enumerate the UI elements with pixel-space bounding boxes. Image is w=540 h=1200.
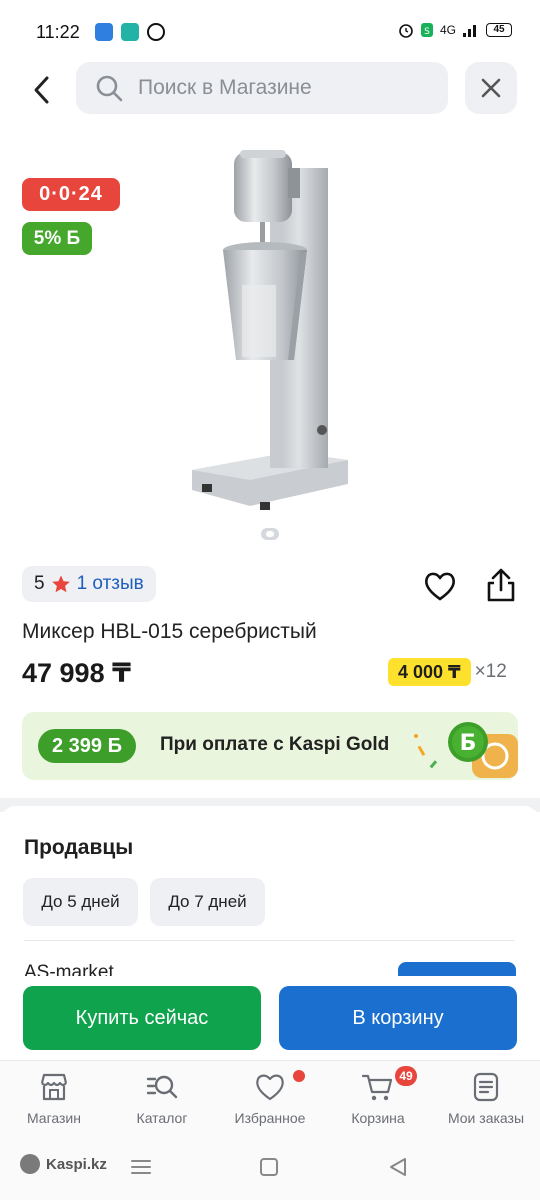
divider [24, 940, 514, 941]
status-right: S 4G 45 [398, 22, 512, 38]
store-icon [40, 1073, 68, 1101]
search-icon [96, 75, 123, 102]
chevron-left-icon [34, 76, 49, 104]
heart-icon [256, 1074, 284, 1101]
installment-info[interactable]: 4 000 ₸ ×12 [388, 658, 507, 686]
share-icon [487, 568, 515, 602]
status-bar: 11:22 S 4G 45 [0, 0, 540, 64]
kaspi-logo-icon [20, 1154, 40, 1174]
rating-chip[interactable]: 5 1 отзыв [22, 566, 156, 602]
nav-label: Избранное [234, 1110, 306, 1126]
app-notification-icon [95, 23, 113, 41]
network-type: 4G [439, 23, 456, 37]
brand-name: Kaspi.kz [46, 1155, 107, 1173]
installment-months: ×12 [474, 661, 507, 682]
favorites-notification-dot [293, 1070, 305, 1082]
nav-item-catalog[interactable]: Каталог [112, 1070, 212, 1126]
kaspi-gold-bonus-banner[interactable]: 2 399 Б При оплате с Kaspi Gold Б [22, 712, 518, 780]
reviews-link[interactable]: 1 отзыв [77, 573, 144, 595]
gold-bonus-amount: 2 399 Б [38, 729, 136, 763]
gold-card-illustration-icon: Б [414, 722, 518, 778]
back-triangle-icon[interactable] [387, 1156, 409, 1178]
home-icon[interactable] [259, 1157, 279, 1177]
catalog-search-icon [146, 1075, 178, 1099]
back-button[interactable] [22, 70, 62, 110]
alarm-icon [399, 24, 413, 38]
menu-icon[interactable] [130, 1158, 152, 1176]
product-image[interactable] [170, 140, 370, 520]
product-price: 47 998 ₸ [22, 658, 131, 688]
nav-label: Корзина [351, 1110, 405, 1126]
delivery-filter-5-days[interactable]: До 5 дней [23, 878, 138, 926]
buy-now-button[interactable]: Купить сейчас [23, 986, 261, 1050]
add-to-cart-button[interactable]: В корзину [279, 986, 517, 1050]
svg-text:Б: Б [460, 731, 477, 756]
chat-app-icon [121, 23, 139, 41]
battery-icon: 45 [486, 23, 512, 37]
nav-label: Мои заказы [447, 1110, 525, 1126]
sale-timer-badge: 0·0·24 [22, 178, 120, 211]
close-button[interactable] [465, 62, 517, 114]
brand-watermark: Kaspi.kz [20, 1154, 107, 1174]
heart-icon [425, 572, 455, 601]
product-title: Миксер HBL-015 серебристый [22, 620, 317, 643]
nav-item-orders[interactable]: Мои заказы [436, 1070, 536, 1126]
sim-icon: S [420, 23, 433, 37]
signal-icon [463, 25, 476, 37]
cart-count-badge: 49 [395, 1066, 417, 1086]
nav-item-favorites[interactable]: Избранное [220, 1070, 320, 1126]
installment-amount: 4 000 ₸ [388, 658, 471, 686]
nav-label: Магазин [26, 1110, 81, 1126]
sellers-title: Продавцы [24, 836, 134, 859]
gold-bonus-text: При оплате с Kaspi Gold [160, 734, 390, 755]
delivery-filter-7-days[interactable]: До 7 дней [150, 878, 265, 926]
star-icon [51, 575, 70, 593]
bonus-badge: 5% Б [22, 222, 92, 255]
svg-text:S: S [424, 27, 430, 37]
cart-icon [361, 1074, 393, 1101]
orders-icon [473, 1072, 499, 1102]
nav-item-store[interactable]: Магазин [4, 1070, 104, 1126]
whatsapp-icon [147, 23, 165, 41]
carousel-indicator [261, 528, 279, 540]
rating-value: 5 [34, 573, 45, 594]
nav-label: Каталог [136, 1110, 188, 1126]
share-button[interactable] [482, 566, 520, 604]
search-placeholder: Поиск в Магазине [138, 76, 312, 99]
close-icon [481, 78, 501, 98]
status-time: 11:22 [36, 22, 80, 42]
favorite-button[interactable] [422, 568, 458, 604]
search-input[interactable]: Поиск в Магазине [76, 62, 448, 114]
